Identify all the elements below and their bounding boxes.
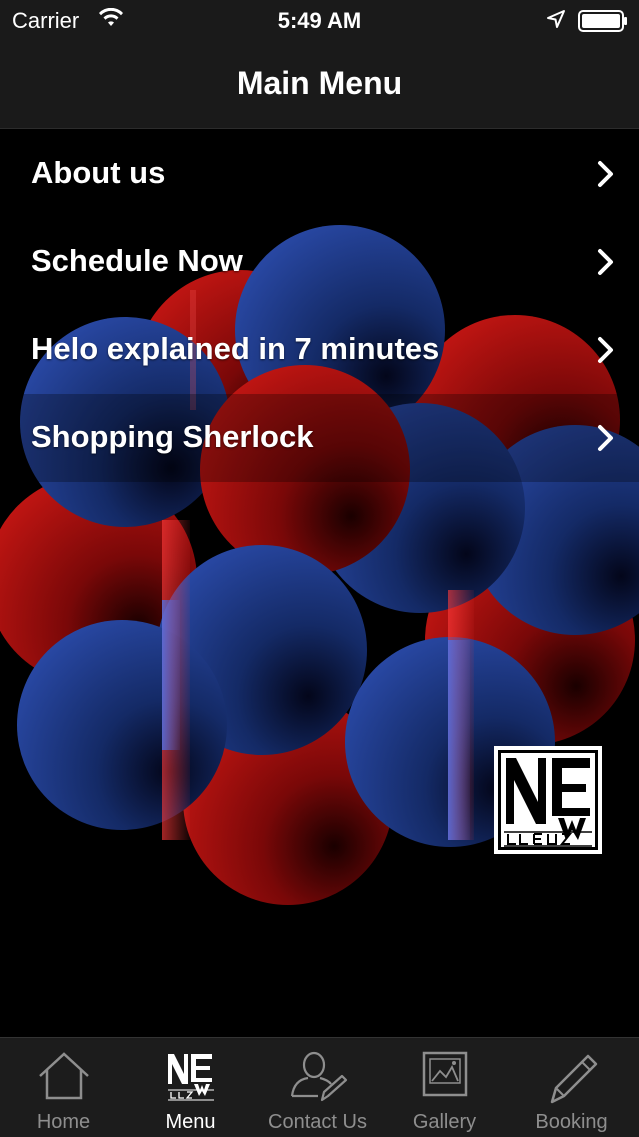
navigation-bar: Main Menu bbox=[0, 40, 639, 129]
battery-icon bbox=[578, 10, 628, 37]
chevron-right-icon bbox=[596, 336, 616, 369]
tab-bar: Home Menu Contact Us Gallery Booking bbox=[0, 1037, 639, 1137]
chevron-right-icon bbox=[596, 160, 616, 193]
tab-label: Home bbox=[36, 1111, 91, 1133]
status-time: 5:49 AM bbox=[277, 8, 362, 33]
tab-label: Gallery bbox=[412, 1111, 477, 1133]
chevron-right-icon bbox=[596, 424, 616, 457]
menu-item-schedule-now[interactable]: Schedule Now bbox=[0, 218, 639, 306]
home-icon bbox=[0, 1050, 127, 1108]
page-title: Main Menu bbox=[236, 65, 403, 101]
gallery-picture-icon bbox=[381, 1050, 508, 1108]
tab-label: Contact Us bbox=[268, 1111, 367, 1133]
chevron-right-icon bbox=[596, 248, 616, 281]
menu-item-label: Shopping Sherlock bbox=[31, 419, 314, 454]
menu-item-helo-explained[interactable]: Helo explained in 7 minutes bbox=[0, 306, 639, 394]
menu-item-label: Helo explained in 7 minutes bbox=[31, 331, 440, 366]
menu-item-shopping-sherlock[interactable]: Shopping Sherlock bbox=[0, 394, 639, 482]
newcleus-logo bbox=[494, 746, 602, 854]
tab-contact-us[interactable]: Contact Us bbox=[254, 1038, 381, 1137]
location-arrow-icon bbox=[546, 9, 566, 34]
newcleus-logo-icon bbox=[127, 1050, 254, 1108]
pencil-icon bbox=[508, 1050, 635, 1108]
menu-item-label: Schedule Now bbox=[31, 243, 243, 278]
menu-item-about-us[interactable]: About us bbox=[0, 130, 639, 218]
tab-gallery[interactable]: Gallery bbox=[381, 1038, 508, 1137]
contact-person-icon bbox=[254, 1050, 381, 1108]
tab-menu[interactable]: Menu bbox=[127, 1038, 254, 1137]
main-menu-list: About us Schedule Now Helo explained in … bbox=[0, 130, 639, 482]
tab-label: Menu bbox=[165, 1111, 216, 1133]
tab-booking[interactable]: Booking bbox=[508, 1038, 635, 1137]
status-bar: Carrier 5:49 AM bbox=[0, 0, 639, 40]
menu-item-label: About us bbox=[31, 155, 166, 190]
tab-home[interactable]: Home bbox=[0, 1038, 127, 1137]
tab-label: Booking bbox=[535, 1111, 608, 1133]
